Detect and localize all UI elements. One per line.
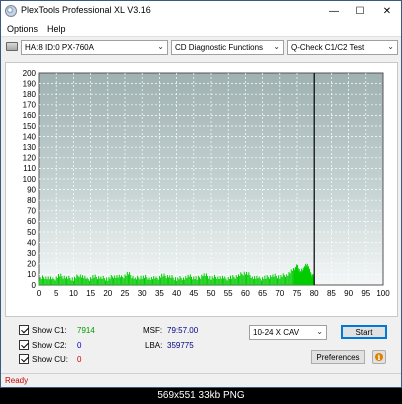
app-window: PlexTools Professional XL V3.16 — ☐ ✕ Op…: [0, 0, 402, 388]
show-c2-checkbox[interactable]: [19, 340, 29, 350]
menu-help-label: Help: [47, 24, 66, 34]
x-tick-label: 95: [361, 289, 370, 298]
drive-select[interactable]: HA:8 ID:0 PX-760A ⌄: [21, 40, 168, 55]
menu-options[interactable]: Options: [7, 24, 38, 34]
cu-value: 0: [77, 355, 82, 364]
x-tick-label: 15: [86, 289, 95, 298]
x-tick-label: 0: [37, 289, 42, 298]
chevron-down-icon: ⌄: [387, 42, 394, 51]
x-tick-label: 10: [69, 289, 78, 298]
menu-help[interactable]: Help: [47, 24, 66, 34]
y-tick-label: 50: [27, 228, 36, 237]
y-tick-label: 140: [23, 132, 37, 141]
function-select-value: CD Diagnostic Functions: [175, 43, 264, 52]
x-tick-label: 45: [189, 289, 198, 298]
c1-value: 7914: [77, 326, 95, 335]
x-tick-label: 25: [121, 289, 130, 298]
c2-value: 0: [77, 341, 82, 350]
x-tick-label: 40: [172, 289, 181, 298]
y-tick-label: 80: [27, 196, 36, 205]
drive-icon: [6, 42, 18, 51]
y-tick-label: 30: [27, 249, 36, 258]
chevron-down-icon: ⌄: [157, 42, 164, 51]
x-tick-label: 75: [293, 289, 302, 298]
status-bar: Ready: [1, 373, 401, 387]
x-tick-label: 65: [258, 289, 267, 298]
x-tick-label: 60: [241, 289, 250, 298]
y-tick-label: 130: [23, 143, 37, 152]
show-c1-label: Show C1:: [32, 326, 67, 335]
preferences-button-label: Preferences: [316, 352, 360, 362]
y-tick-label: 60: [27, 217, 36, 226]
x-tick-label: 5: [54, 289, 59, 298]
y-tick-label: 190: [23, 79, 37, 88]
app-disc-icon: [5, 5, 17, 17]
drive-select-value: HA:8 ID:0 PX-760A: [25, 43, 94, 52]
show-cu-label: Show CU:: [32, 355, 69, 364]
test-select-value: Q-Check C1/C2 Test: [291, 43, 365, 52]
image-caption: 569x551 33kb PNG: [0, 388, 402, 404]
menu-options-label: Options: [7, 24, 39, 34]
chevron-down-icon: ⌄: [273, 42, 280, 51]
x-tick-label: 30: [138, 289, 147, 298]
maximize-button[interactable]: ☐: [347, 1, 373, 21]
y-tick-label: 40: [27, 238, 36, 247]
y-tick-label: 180: [23, 90, 37, 99]
status-text: Ready: [5, 376, 29, 385]
x-tick-label: 90: [344, 289, 353, 298]
y-tick-label: 70: [27, 207, 36, 216]
menu-bar: Options Help: [1, 21, 401, 37]
show-cu-checkbox[interactable]: [19, 354, 29, 364]
chart-panel: 0 10 20 30 40 50 60 70 80 90 100 110 120 130 140 150 160…: [5, 62, 398, 317]
chevron-down-icon: ⌄: [316, 327, 323, 336]
msf-value: 79:57.00: [167, 326, 199, 335]
y-tick-label: 100: [23, 175, 37, 184]
show-c1-checkbox[interactable]: [19, 325, 29, 335]
x-tick-label: 50: [207, 289, 216, 298]
x-tick-label: 55: [224, 289, 233, 298]
speed-select[interactable]: 10-24 X CAV ⌄: [249, 325, 327, 340]
info-icon: i: [375, 353, 383, 362]
show-c2-label: Show C2:: [32, 341, 67, 350]
minimize-button[interactable]: —: [321, 1, 347, 21]
x-tick-label: 85: [327, 289, 336, 298]
preferences-button[interactable]: Preferences: [311, 350, 365, 364]
c1c2-chart: 0102030405060708090100110120130140150160…: [23, 69, 391, 298]
results-panel: Show C1: 7914 Show C2: 0 Show CU: 0 MSF:…: [5, 319, 398, 369]
test-select[interactable]: Q-Check C1/C2 Test ⌄: [287, 40, 398, 55]
function-select[interactable]: CD Diagnostic Functions ⌄: [171, 40, 284, 55]
y-tick-label: 150: [23, 122, 37, 131]
x-tick-label: 20: [103, 289, 112, 298]
y-tick-label: 90: [27, 185, 36, 194]
msf-label: MSF:: [143, 326, 163, 335]
y-tick-label: 170: [23, 101, 37, 110]
speed-select-value: 10-24 X CAV: [253, 328, 300, 337]
lba-label: LBA:: [145, 341, 163, 350]
window-title: PlexTools Professional XL V3.16: [21, 5, 151, 15]
start-button[interactable]: Start: [341, 325, 387, 339]
lba-value: 359775: [167, 341, 194, 350]
start-button-label: Start: [355, 327, 373, 337]
y-tick-label: 10: [27, 270, 36, 279]
x-tick-label: 100: [376, 289, 390, 298]
x-tick-label: 70: [275, 289, 284, 298]
title-bar: PlexTools Professional XL V3.16 — ☐ ✕: [1, 1, 401, 21]
info-button[interactable]: i: [372, 350, 386, 364]
x-tick-label: 35: [155, 289, 164, 298]
close-button[interactable]: ✕: [373, 1, 401, 21]
y-tick-label: 200: [23, 69, 37, 78]
y-tick-label: 110: [23, 164, 36, 173]
y-tick-label: 160: [23, 111, 37, 120]
y-tick-label: 20: [27, 260, 36, 269]
x-tick-label: 80: [310, 289, 319, 298]
y-tick-label: 120: [23, 154, 37, 163]
